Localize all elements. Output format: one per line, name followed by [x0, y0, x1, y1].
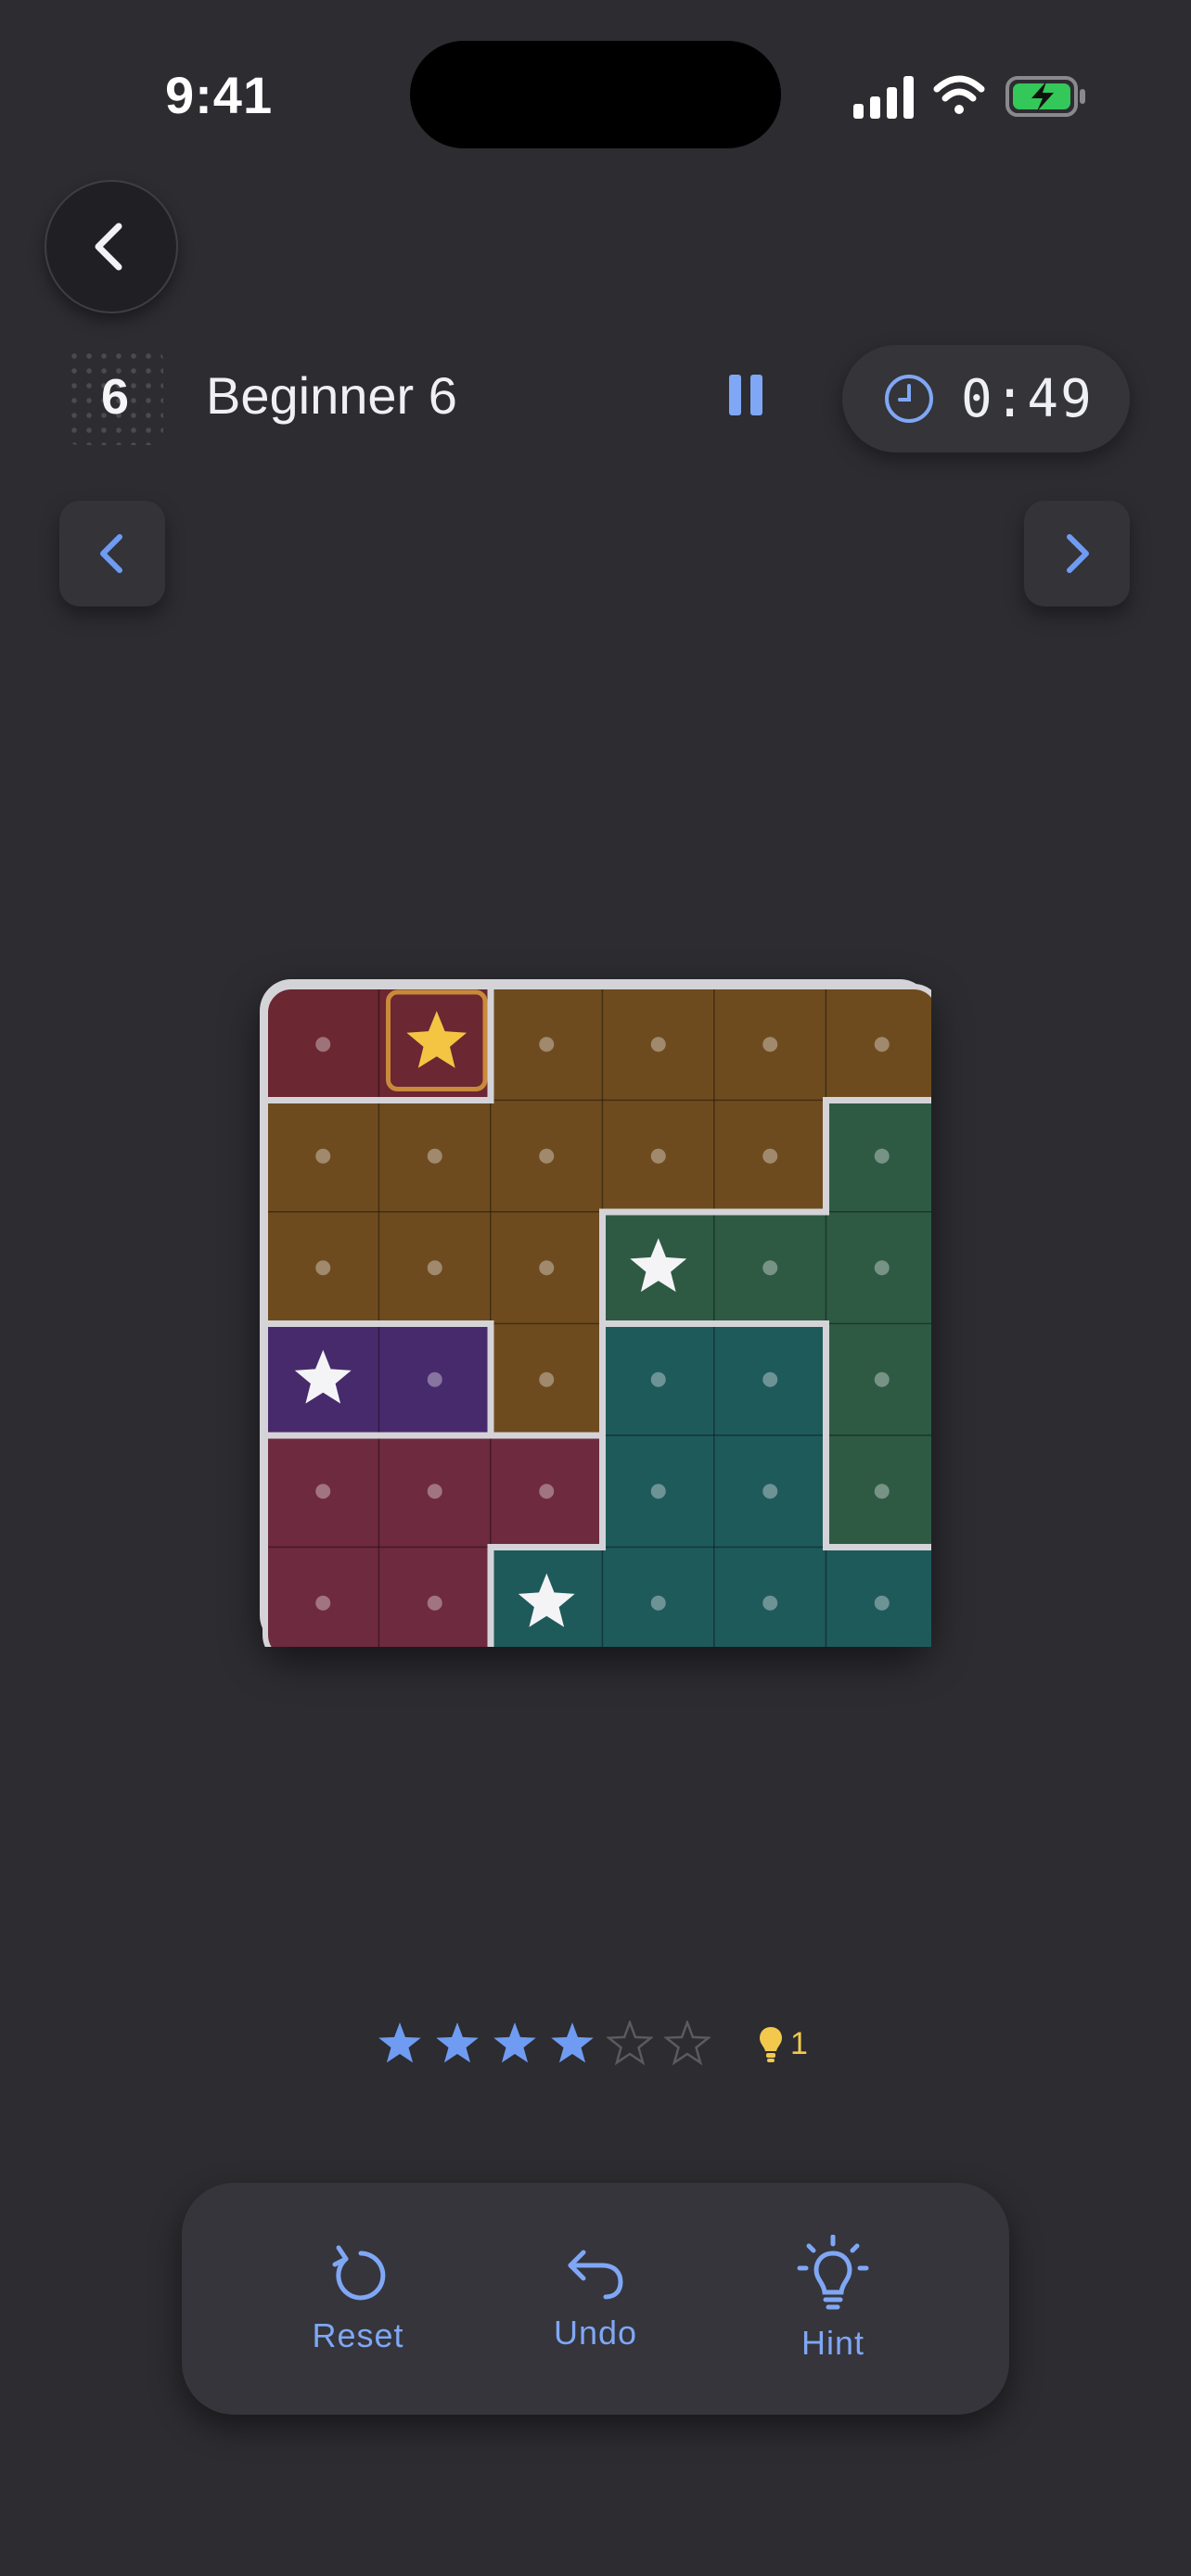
- wifi-icon: [933, 75, 985, 114]
- star-empty-icon: [664, 2021, 711, 2066]
- pause-icon: [729, 375, 741, 415]
- reset-button[interactable]: Reset: [293, 2183, 423, 2415]
- cell-dot: [874, 1037, 890, 1052]
- cell-dot: [539, 1037, 555, 1052]
- bottom-toolbar: Reset Undo Hint: [182, 2183, 1009, 2415]
- cell-dot: [315, 1148, 331, 1164]
- star-empty-icon: [607, 2021, 653, 2066]
- star-rating: [377, 2018, 722, 2070]
- status-icons: [852, 72, 1089, 121]
- cell-dot: [762, 1260, 778, 1276]
- chevron-left-icon: [100, 534, 122, 573]
- cell-dot: [874, 1595, 890, 1611]
- signal-icon: [853, 76, 914, 119]
- cell-dot: [762, 1484, 778, 1499]
- cell-dot: [427, 1484, 442, 1499]
- cell-dot: [315, 1484, 331, 1499]
- cell-dot: [874, 1260, 890, 1276]
- cell-dot: [650, 1148, 666, 1164]
- cell-dot: [427, 1371, 442, 1387]
- cell-dot: [315, 1595, 331, 1611]
- timer: 0:49: [842, 345, 1130, 453]
- undo-label: Undo: [553, 2314, 638, 2352]
- lightbulb-icon: [760, 2027, 782, 2062]
- cell-dot: [650, 1595, 666, 1611]
- cell-dot: [874, 1148, 890, 1164]
- clock-icon: [885, 375, 933, 423]
- level-title: Beginner 6: [206, 366, 457, 425]
- cell-dot: [762, 1371, 778, 1387]
- cell-dot: [539, 1484, 555, 1499]
- battery-icon: [1005, 76, 1085, 117]
- cell-dot: [762, 1148, 778, 1164]
- cell-dot: [315, 1260, 331, 1276]
- cell-dot: [762, 1037, 778, 1052]
- cell-dot: [539, 1371, 555, 1387]
- cell-dot: [427, 1148, 442, 1164]
- level-badge: 6: [67, 349, 163, 445]
- previous-level-button[interactable]: [59, 501, 165, 606]
- star-filled-icon: [551, 2022, 594, 2063]
- chevron-left-icon: [95, 223, 122, 271]
- dynamic-island: [410, 41, 781, 148]
- hint-count: 1: [790, 2025, 808, 2061]
- hint-label: Hint: [800, 2324, 865, 2362]
- star-filled-icon: [493, 2022, 536, 2063]
- board-grid: [263, 984, 931, 1647]
- cell-dot: [874, 1371, 890, 1387]
- game-board: [260, 979, 931, 1647]
- timer-text: 0:49: [961, 368, 1094, 429]
- undo-button[interactable]: Undo: [531, 2183, 660, 2415]
- cell-dot: [539, 1260, 555, 1276]
- pause-button[interactable]: [729, 375, 774, 423]
- reset-icon: [332, 2245, 386, 2301]
- cell-dot: [539, 1148, 555, 1164]
- cell-dot: [427, 1595, 442, 1611]
- cell-dot: [650, 1037, 666, 1052]
- lightbulb-icon: [797, 2235, 869, 2310]
- hint-button[interactable]: Hint: [768, 2183, 898, 2415]
- cell-dot: [427, 1260, 442, 1276]
- cell-dot: [315, 1037, 331, 1052]
- undo-icon: [568, 2250, 623, 2300]
- cell-dot: [650, 1484, 666, 1499]
- star-filled-icon: [378, 2022, 421, 2063]
- chevron-right-icon: [1067, 534, 1089, 573]
- cell-dot: [762, 1595, 778, 1611]
- star-filled-icon: [436, 2022, 479, 2063]
- cell-dot: [650, 1371, 666, 1387]
- level-number: 6: [100, 369, 130, 425]
- status-time: 9:41: [165, 66, 274, 124]
- back-button[interactable]: [46, 182, 176, 312]
- next-level-button[interactable]: [1024, 501, 1130, 606]
- reset-label: Reset: [312, 2316, 404, 2354]
- cell-dot: [874, 1484, 890, 1499]
- hint-counter: 1: [757, 2020, 808, 2068]
